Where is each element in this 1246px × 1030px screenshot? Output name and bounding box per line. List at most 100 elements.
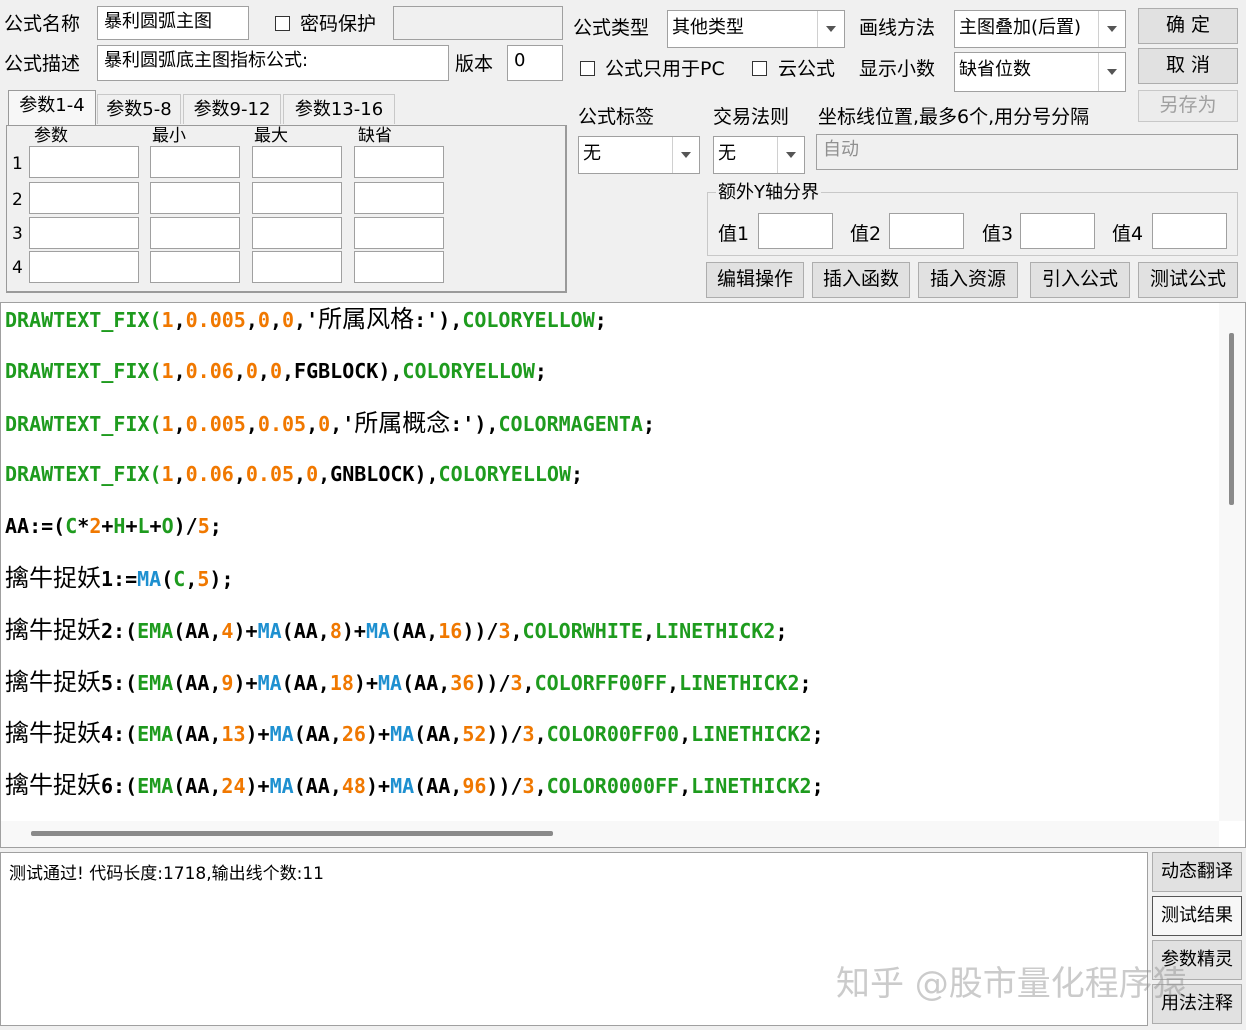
y-value-4-input[interactable] <box>1152 213 1227 249</box>
formula-name-label: 公式名称 <box>4 13 81 35</box>
param-1-min-input[interactable] <box>150 146 240 178</box>
test-result-button[interactable]: 测试结果 <box>1152 896 1242 936</box>
ok-button[interactable]: 确 定 <box>1138 8 1238 44</box>
dynamic-translate-button[interactable]: 动态翻译 <box>1152 852 1242 892</box>
axis-position-input[interactable]: 自动 <box>816 134 1238 170</box>
y-value-1-input[interactable] <box>758 213 833 249</box>
vertical-scrollbar[interactable] <box>1219 303 1245 821</box>
code-token: EMA <box>137 670 174 695</box>
code-token: 26 <box>341 722 366 747</box>
param-1-max-input[interactable] <box>252 146 342 178</box>
param-3-default-input[interactable] <box>354 217 444 249</box>
y-value-4-label: 值4 <box>1112 223 1144 245</box>
param-header-min: 最小 <box>152 126 186 146</box>
cancel-button[interactable]: 取 消 <box>1138 48 1238 84</box>
insert-resource-button[interactable]: 插入资源 <box>918 262 1018 298</box>
code-token: , <box>173 411 186 436</box>
horizontal-scroll-thumb[interactable] <box>31 831 553 836</box>
formula-name-input[interactable]: 暴利圆弧主图 <box>97 6 249 40</box>
code-line: DRAWTEXT_FIX(1,0.06,0.05,0,GNBLOCK),COLO… <box>5 460 583 488</box>
param-header-max: 最大 <box>254 126 288 146</box>
code-token: , <box>173 358 186 383</box>
code-token: C <box>65 514 78 539</box>
code-token: , <box>306 411 319 436</box>
tab-params-5-8[interactable]: 参数5-8 <box>97 94 181 124</box>
code-token: COLOR00FF00 <box>546 722 680 747</box>
trade-rule-value: 无 <box>718 143 736 164</box>
code-token: )+ <box>353 670 379 695</box>
param-row-index: 3 <box>12 224 23 244</box>
code-token: (AA, <box>293 722 342 747</box>
code-token: 4:( <box>101 722 138 747</box>
code-token: MA <box>257 670 282 695</box>
tab-params-9-12[interactable]: 参数9-12 <box>183 94 281 124</box>
code-token: MA <box>269 722 294 747</box>
tab-params-13-16[interactable]: 参数13-16 <box>283 94 395 124</box>
insert-function-button[interactable]: 插入函数 <box>812 262 910 298</box>
trade-rule-dropdown[interactable]: 无 <box>713 136 805 174</box>
param-1-default-input[interactable] <box>354 146 444 178</box>
param-4-min-input[interactable] <box>150 251 240 283</box>
save-as-button[interactable]: 另存为 <box>1138 90 1238 122</box>
decimals-dropdown[interactable]: 缺省位数 <box>954 52 1126 92</box>
horizontal-scrollbar[interactable] <box>1 821 1219 847</box>
draw-method-dropdown[interactable]: 主图叠加(后置) <box>954 10 1126 48</box>
param-3-min-input[interactable] <box>150 217 240 249</box>
param-4-default-input[interactable] <box>354 251 444 283</box>
code-token: ; <box>642 411 655 436</box>
code-token: MA <box>390 722 415 747</box>
param-1-name-input[interactable] <box>29 146 139 178</box>
test-formula-button[interactable]: 测试公式 <box>1138 262 1238 298</box>
code-token: 16 <box>438 618 463 643</box>
code-token: 2:( <box>101 618 138 643</box>
formula-type-dropdown[interactable]: 其他类型 <box>667 10 845 48</box>
param-2-default-input[interactable] <box>354 182 444 214</box>
code-token: ( <box>161 567 174 591</box>
formula-type-value: 其他类型 <box>672 17 744 38</box>
code-editor[interactable]: DRAWTEXT_FIX(1,0.005,0,0,'所属风格:'),COLORY… <box>0 302 1246 848</box>
param-2-max-input[interactable] <box>252 182 342 214</box>
pc-only-checkbox[interactable] <box>580 61 595 76</box>
code-token: EMA <box>137 618 174 643</box>
code-token: COLORMAGENTA <box>498 411 643 436</box>
code-token: 0.06 <box>185 358 234 383</box>
cloud-formula-checkbox[interactable] <box>752 61 767 76</box>
code-token: 所属风格 <box>318 305 415 333</box>
code-token: 3 <box>510 670 523 695</box>
tab-params-1-4[interactable]: 参数1-4 <box>8 90 96 126</box>
param-2-name-input[interactable] <box>29 182 139 214</box>
code-token: EMA <box>137 722 174 747</box>
code-token: 96 <box>462 774 487 799</box>
formula-desc-input[interactable]: 暴利圆弧底主图指标公式: <box>97 45 449 81</box>
code-line: AA:=(C*2+H+L+O)/5; <box>5 512 222 540</box>
code-token: 6:( <box>101 774 138 799</box>
vertical-scroll-thumb[interactable] <box>1229 333 1234 505</box>
param-3-name-input[interactable] <box>29 217 139 249</box>
param-3-max-input[interactable] <box>252 217 342 249</box>
code-token: 擒牛捉妖 <box>5 564 101 592</box>
code-token: (AA, <box>402 670 451 695</box>
formula-tag-dropdown[interactable]: 无 <box>578 136 700 174</box>
code-token: (AA, <box>281 618 330 643</box>
chevron-down-icon <box>817 11 844 47</box>
import-formula-button[interactable]: 引入公式 <box>1030 262 1130 298</box>
edit-ops-button[interactable]: 编辑操作 <box>706 262 804 298</box>
code-token: , <box>245 308 258 332</box>
param-4-max-input[interactable] <box>252 251 342 283</box>
version-input[interactable]: 0 <box>507 45 563 81</box>
code-token: )+ <box>341 618 366 643</box>
code-token: COLORYELLOW <box>462 308 595 332</box>
param-4-name-input[interactable] <box>29 251 139 283</box>
formula-desc-label: 公式描述 <box>4 53 81 75</box>
password-input[interactable] <box>393 6 563 40</box>
formula-tag-value: 无 <box>583 143 601 164</box>
password-checkbox[interactable] <box>275 16 290 31</box>
param-2-min-input[interactable] <box>150 182 240 214</box>
code-token: DRAWTEXT_FIX( <box>5 462 162 487</box>
code-token: ; <box>209 514 222 539</box>
code-token: 52 <box>462 722 487 747</box>
y-value-3-input[interactable] <box>1020 213 1095 249</box>
decimals-value: 缺省位数 <box>959 59 1031 80</box>
y-value-2-input[interactable] <box>889 213 964 249</box>
code-token: (AA, <box>173 618 222 643</box>
